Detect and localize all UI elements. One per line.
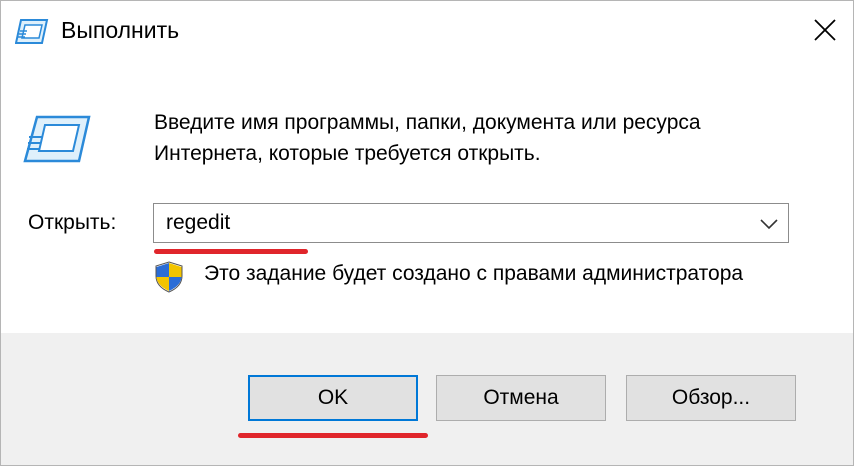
chevron-down-icon[interactable] <box>760 217 778 230</box>
annotation-underline-input <box>154 249 308 254</box>
ok-button[interactable]: OK <box>248 375 418 421</box>
button-bar: OK Отмена Обзор... <box>1 333 853 465</box>
instruction-line-2: Интернета, которые требуется открыть. <box>154 142 541 165</box>
uac-shield-icon <box>154 261 184 293</box>
title-bar[interactable]: Выполнить <box>1 1 853 63</box>
close-button[interactable] <box>801 6 849 54</box>
open-combobox[interactable]: regedit <box>153 203 789 243</box>
run-dialog-window: Выполнить Введите имя программы, папки, … <box>0 0 854 466</box>
instruction-line-1: Введите имя программы, папки, документа … <box>154 111 701 134</box>
cancel-button[interactable]: Отмена <box>436 375 606 421</box>
open-input[interactable]: regedit <box>166 211 230 235</box>
annotation-underline-ok <box>238 433 428 438</box>
dialog-content: Введите имя программы, папки, документа … <box>1 63 853 333</box>
open-label: Открыть: <box>28 211 117 234</box>
instruction-text: Введите имя программы, папки, документа … <box>154 107 814 169</box>
close-icon <box>814 19 836 41</box>
browse-button[interactable]: Обзор... <box>626 375 796 421</box>
run-large-icon <box>23 115 91 163</box>
admin-notice: Это задание будет создано с правами адми… <box>204 262 744 285</box>
window-title: Выполнить <box>61 17 180 43</box>
run-app-icon <box>14 16 49 48</box>
